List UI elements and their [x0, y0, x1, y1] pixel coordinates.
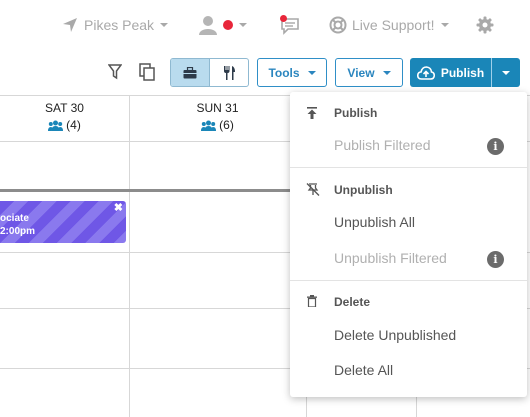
cloud-upload-icon	[416, 65, 435, 80]
menu-header-unpublish: Unpublish	[334, 183, 393, 197]
users-icon	[201, 120, 217, 131]
lifebuoy-icon	[329, 16, 347, 34]
shift-time: 2:00pm	[0, 226, 36, 237]
publish-dropdown-menu: Publish Publish Filtered i Unpublish Unp…	[290, 92, 527, 397]
staff-count: (6)	[219, 118, 234, 132]
user-menu[interactable]	[198, 14, 247, 36]
menu-item-publish-filtered[interactable]: Publish Filtered	[334, 137, 431, 153]
settings-button[interactable]	[476, 14, 494, 36]
filter-button[interactable]	[107, 64, 123, 85]
live-support-menu[interactable]: Live Support!	[329, 14, 449, 36]
publish-label: Publish	[440, 65, 485, 80]
menu-header-publish: Publish	[334, 106, 378, 120]
unpublish-icon	[306, 183, 320, 196]
menu-item-unpublish-all[interactable]: Unpublish All	[334, 214, 415, 230]
location-name: Pikes Peak	[84, 17, 155, 33]
chevron-down-icon	[160, 23, 169, 27]
publish-button[interactable]: Publish	[410, 58, 492, 87]
info-icon[interactable]: i	[487, 138, 504, 155]
chevron-down-icon	[307, 70, 316, 75]
shift-title: ociate	[0, 213, 29, 224]
menu-header-delete: Delete	[334, 295, 371, 309]
chevron-down-icon	[440, 23, 449, 27]
gear-icon	[476, 16, 494, 34]
tools-dropdown[interactable]: Tools	[257, 58, 327, 87]
location-selector[interactable]: Pikes Peak	[62, 14, 169, 36]
toggle-restaurant[interactable]	[210, 59, 248, 86]
day-header-sun[interactable]: SUN 31 (6)	[129, 101, 306, 132]
briefcase-icon	[183, 66, 197, 78]
publish-options-toggle[interactable]	[492, 58, 520, 87]
fork-knife-icon	[224, 65, 235, 80]
trash-icon	[307, 295, 317, 307]
publish-split-button: Publish	[410, 58, 520, 87]
chevron-down-icon	[239, 23, 247, 27]
users-icon	[48, 120, 64, 131]
close-icon[interactable]: ✖	[114, 202, 123, 215]
menu-item-delete-all[interactable]: Delete All	[334, 362, 393, 378]
messages-button[interactable]	[280, 14, 302, 36]
view-label: View	[347, 65, 375, 80]
menu-item-delete-unpublished[interactable]: Delete Unpublished	[334, 327, 456, 343]
menu-divider	[290, 280, 527, 281]
copy-button[interactable]	[139, 63, 156, 86]
day-label: SUN 31	[196, 101, 239, 115]
notification-dot	[280, 15, 287, 22]
user-avatar-icon	[199, 16, 217, 35]
view-type-toggle	[170, 58, 249, 87]
schedule-toolbar: Tools View Publish	[0, 50, 530, 95]
view-dropdown[interactable]: View	[335, 58, 403, 87]
day-label: SAT 30	[45, 101, 84, 115]
filter-icon	[107, 64, 123, 80]
info-icon[interactable]: i	[487, 251, 504, 268]
top-navigation-bar: Pikes Peak Live Support!	[0, 0, 530, 50]
publish-arrow-icon	[307, 107, 317, 119]
toggle-positions[interactable]	[171, 59, 210, 86]
menu-divider	[290, 167, 527, 168]
staff-count: (4)	[66, 118, 81, 132]
copy-icon	[139, 63, 155, 81]
tools-label: Tools	[268, 65, 300, 80]
live-support-label: Live Support!	[352, 17, 435, 33]
current-time-line	[0, 189, 306, 192]
chevron-down-icon	[502, 70, 510, 75]
day-header-sat[interactable]: SAT 30 (4)	[0, 101, 129, 132]
chevron-down-icon	[382, 70, 391, 75]
status-dot	[223, 20, 233, 30]
location-arrow-icon	[63, 18, 77, 32]
menu-item-unpublish-filtered[interactable]: Unpublish Filtered	[334, 250, 447, 266]
shift-block[interactable]: ociate 2:00pm ✖	[0, 201, 126, 243]
